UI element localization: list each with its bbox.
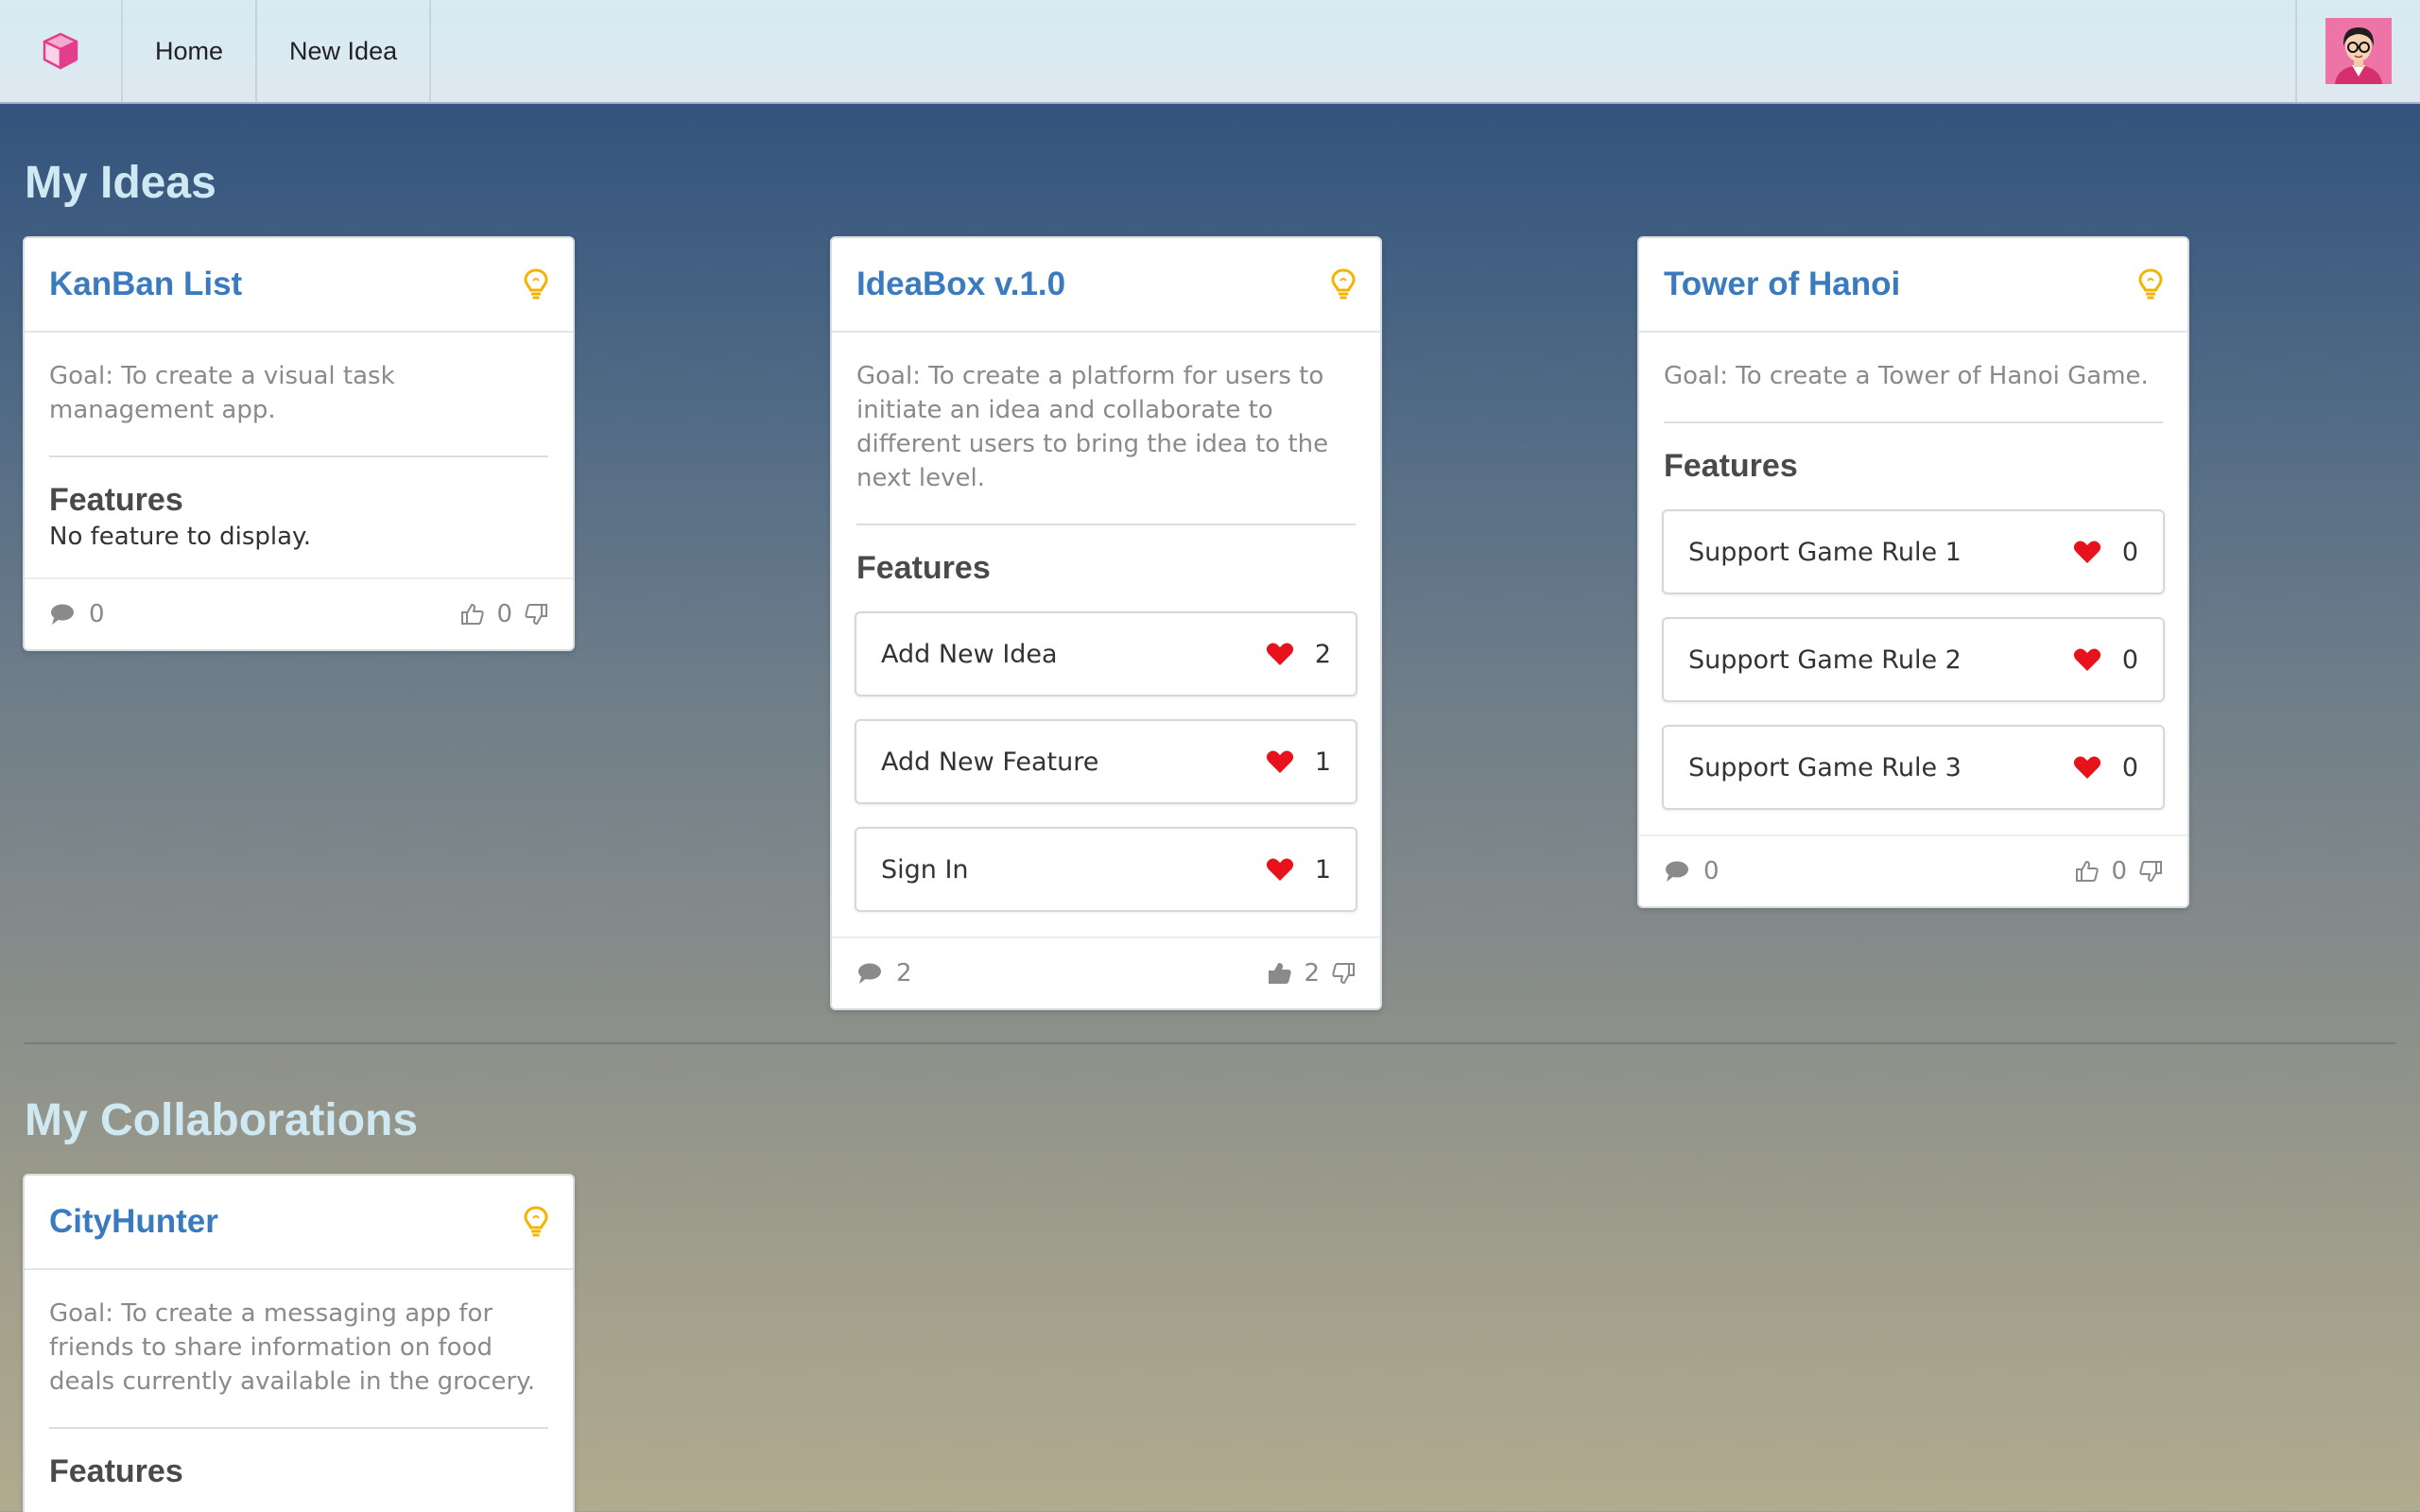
- feature-item[interactable]: Support Game Rule 1 0: [1662, 509, 2165, 594]
- card-header: IdeaBox v.1.0: [832, 238, 1380, 333]
- comment-icon[interactable]: [49, 603, 76, 626]
- feature-item[interactable]: Support Game Rule 2 0: [1662, 617, 2165, 702]
- card-footer: 0 0: [1639, 834, 2187, 906]
- feature-item[interactable]: Sign In 1: [855, 827, 1357, 912]
- features-heading: Features: [49, 482, 183, 518]
- top-navbar: Home New Idea: [0, 0, 2420, 104]
- card-body: Goal: To create a messaging app for frie…: [25, 1270, 573, 1490]
- idea-title[interactable]: KanBan List: [49, 266, 242, 303]
- idea-goal: Goal: To create a platform for users to …: [856, 362, 1329, 492]
- comment-icon[interactable]: [1664, 860, 1690, 883]
- cube-icon[interactable]: [42, 31, 79, 71]
- card-footer: 2 2: [832, 936, 1380, 1008]
- idea-card: Tower of Hanoi Goal: To create a Tower o…: [1637, 236, 2189, 908]
- features-heading: Features: [856, 550, 991, 586]
- idea-goal: Goal: To create a messaging app for frie…: [49, 1299, 536, 1396]
- nav-new-idea[interactable]: New Idea: [257, 0, 432, 102]
- card-header: Tower of Hanoi: [1639, 238, 2187, 333]
- idea-title[interactable]: IdeaBox v.1.0: [856, 266, 1065, 303]
- feature-name: Sign In: [881, 854, 969, 885]
- feature-name: Support Game Rule 2: [1688, 644, 1962, 675]
- heart-icon[interactable]: [2073, 540, 2101, 564]
- divider: [49, 455, 548, 457]
- thumbs-down-icon[interactable]: [1331, 961, 1356, 986]
- thumbs-up-icon[interactable]: [1268, 961, 1292, 986]
- divider: [856, 524, 1356, 525]
- heart-icon[interactable]: [1266, 749, 1294, 774]
- lightbulb-icon[interactable]: [524, 1206, 548, 1238]
- idea-title[interactable]: CityHunter: [49, 1203, 218, 1241]
- feature-like-count: 0: [2121, 644, 2138, 675]
- logo[interactable]: [0, 0, 123, 102]
- user-avatar-icon: [2325, 18, 2392, 84]
- thumbs-up-icon[interactable]: [2075, 859, 2100, 884]
- card-body: Goal: To create a platform for users to …: [832, 333, 1380, 912]
- comment-icon[interactable]: [856, 962, 883, 985]
- thumbs-down-icon[interactable]: [2138, 859, 2163, 884]
- card-footer: 0 0: [25, 577, 573, 649]
- feature-like-count: 0: [2121, 537, 2138, 567]
- idea-goal: Goal: To create a Tower of Hanoi Game.: [1664, 362, 2149, 390]
- feature-name: Add New Idea: [881, 639, 1058, 669]
- vote-count: 0: [496, 600, 512, 628]
- section-title-my-collaborations: My Collaborations: [25, 1095, 419, 1145]
- card-header: KanBan List: [25, 238, 573, 333]
- nav-home[interactable]: Home: [123, 0, 258, 102]
- thumbs-up-icon[interactable]: [460, 602, 485, 627]
- feature-name: Add New Feature: [881, 747, 1099, 777]
- divider: [49, 1427, 548, 1429]
- idea-card: IdeaBox v.1.0 Goal: To create a platform…: [830, 236, 1382, 1010]
- feature-item[interactable]: Add New Feature 1: [855, 719, 1357, 804]
- feature-list: Support Game Rule 1 0 Support Game Rule …: [1662, 509, 2165, 810]
- idea-goal: Goal: To create a visual task management…: [49, 362, 395, 424]
- feature-like-count: 1: [1314, 854, 1331, 885]
- card-body: Goal: To create a Tower of Hanoi Game. F…: [1639, 333, 2187, 810]
- feature-like-count: 2: [1314, 639, 1331, 669]
- thumbs-down-icon[interactable]: [524, 602, 548, 627]
- card-header: CityHunter: [25, 1176, 573, 1270]
- comment-count: 2: [896, 959, 912, 988]
- divider: [1664, 421, 2163, 423]
- features-heading: Features: [1664, 448, 1798, 484]
- heart-icon[interactable]: [1266, 857, 1294, 882]
- lightbulb-icon[interactable]: [1331, 268, 1356, 301]
- lightbulb-icon[interactable]: [524, 268, 548, 301]
- user-menu[interactable]: [2295, 0, 2420, 102]
- feature-list: Add New Idea 2 Add New Feature 1 Sign In…: [855, 611, 1357, 912]
- feature-name: Support Game Rule 1: [1688, 537, 1962, 567]
- feature-like-count: 1: [1314, 747, 1331, 777]
- feature-item[interactable]: Support Game Rule 3 0: [1662, 725, 2165, 810]
- features-heading: Features: [49, 1453, 183, 1489]
- heart-icon[interactable]: [1266, 642, 1294, 666]
- feature-name: Support Game Rule 3: [1688, 752, 1962, 782]
- avatar[interactable]: [2325, 18, 2392, 84]
- section-title-my-ideas: My Ideas: [25, 158, 216, 208]
- lightbulb-icon[interactable]: [2138, 268, 2163, 301]
- collaboration-card: CityHunter Goal: To create a messaging a…: [23, 1174, 575, 1512]
- no-feature-message: No feature to display.: [49, 523, 311, 551]
- comment-count: 0: [1703, 857, 1720, 885]
- heart-icon[interactable]: [2073, 647, 2101, 672]
- comment-count: 0: [89, 600, 105, 628]
- section-divider: [25, 1042, 2395, 1044]
- idea-title[interactable]: Tower of Hanoi: [1664, 266, 1900, 303]
- feature-like-count: 0: [2121, 752, 2138, 782]
- card-body: Goal: To create a visual task management…: [25, 333, 573, 551]
- feature-item[interactable]: Add New Idea 2: [855, 611, 1357, 696]
- vote-count: 2: [1304, 959, 1320, 988]
- heart-icon[interactable]: [2073, 755, 2101, 780]
- vote-count: 0: [2111, 857, 2127, 885]
- idea-card: KanBan List Goal: To create a visual tas…: [23, 236, 575, 651]
